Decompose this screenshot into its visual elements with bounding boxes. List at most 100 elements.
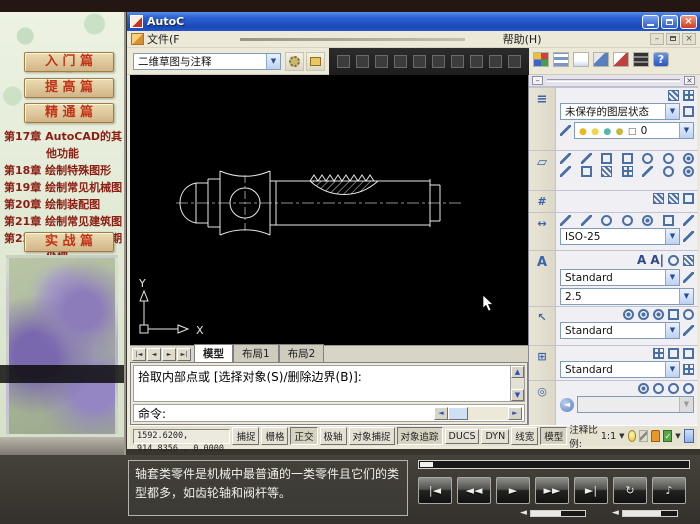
save-icon[interactable] [375,55,388,68]
hatch-section-icon[interactable]: # [529,191,556,212]
chapter-item-20[interactable]: 第20章 绘制装配图 [4,196,124,213]
tab-layout2[interactable]: 布局2 [279,344,325,362]
toggle-ortho[interactable]: 正交 [290,427,317,445]
open-file-icon[interactable] [356,55,369,68]
doc-restore-button[interactable] [666,33,680,45]
annotation-scale-dropdown-icon[interactable]: ▼ [619,432,624,440]
tab-layout1[interactable]: 布局1 [233,344,279,362]
menu-help[interactable]: 帮助(H) [503,31,542,47]
status-menu-dropdown-icon[interactable]: ▼ [675,432,680,440]
pencil-icon[interactable] [451,55,464,68]
toggle-grid[interactable]: 栅格 [261,427,288,445]
pan-tool-icon[interactable] [638,383,649,394]
layer-state-combobox[interactable]: 未保存的图层状态 ▼ [560,103,680,120]
voice-volume[interactable]: ◄ [520,508,586,518]
new-layer-icon[interactable] [683,106,694,117]
view-combobox[interactable]: ▼ [577,396,694,413]
window-titlebar[interactable]: AutoC × [127,12,700,31]
minimize-button[interactable] [642,15,659,29]
layer-freeze-icon[interactable]: ● [591,127,599,137]
rotate-tool-icon[interactable] [663,166,674,177]
scale-tool-icon[interactable] [683,166,694,177]
layer-plot-icon[interactable]: ● [616,127,624,137]
scroll-thumb[interactable] [448,407,468,420]
player-first-button[interactable]: |◄ [418,477,452,504]
text-style-combobox[interactable]: Standard ▼ [560,269,680,286]
chevron-down-icon[interactable]: ▼ [665,229,679,244]
close-button[interactable]: × [680,15,697,29]
mleader-style-combobox[interactable]: Standard ▼ [560,322,680,339]
toggle-otrack[interactable]: 对象追踪 [397,427,443,445]
layer-states-icon[interactable] [668,90,679,101]
text-section-icon[interactable]: A [529,251,556,306]
table-edit-icon[interactable] [683,348,694,359]
zoom-extents-icon[interactable] [683,383,694,394]
radius-dim-icon[interactable] [601,215,612,226]
chevron-down-icon[interactable]: ▼ [266,54,280,69]
scroll-down-icon[interactable]: ▼ [511,389,524,401]
table-export-icon[interactable] [668,348,679,359]
layers-section-icon[interactable]: ≡ [529,88,556,150]
rectangle-tool-icon[interactable] [622,153,633,164]
gradient-tool-icon[interactable] [668,193,679,204]
publish-icon[interactable] [432,55,445,68]
mleader-remove-icon[interactable] [653,309,664,320]
calculator-icon[interactable] [633,52,649,67]
find-text-icon[interactable] [668,255,679,266]
sidebar-section-beginner[interactable]: 入 门 篇 [24,52,114,72]
chevron-down-icon[interactable]: ▼ [665,104,679,119]
plot-icon[interactable] [394,55,407,68]
mirror-tool-icon[interactable] [601,166,612,177]
layer-combobox[interactable]: ● ● ● ● □ 0 ▼ [574,122,694,139]
chevron-down-icon[interactable]: ▼ [679,289,693,304]
polyline-tool-icon[interactable] [581,153,592,164]
autoscale-icon[interactable] [639,430,648,442]
tab-next-icon[interactable]: ► [162,348,176,361]
dim-style-edit-icon[interactable] [683,231,694,242]
redo-icon[interactable] [508,55,521,68]
doc-close-button[interactable]: × [682,33,696,45]
toggle-model[interactable]: 模型 [540,427,567,445]
text-height-combobox[interactable]: 2.5 ▼ [560,288,694,305]
dim-style-combobox[interactable]: ISO-25 ▼ [560,228,680,245]
chapter-item-21[interactable]: 第21章 绘制常见建筑图 [4,213,124,230]
player-rewind-button[interactable]: ◄◄ [457,477,491,504]
annotation-scale-value[interactable]: 1:1 [601,431,616,442]
zoom-realtime-icon[interactable] [653,383,664,394]
scroll-left-icon[interactable]: ◄ [434,407,448,420]
mleader-style-edit-icon[interactable] [683,325,694,336]
chevron-down-icon[interactable]: ▼ [665,362,679,377]
command-history[interactable]: 拾取内部点或 [选择对象(S)/删除边界(B)]: ▲ ▼ [133,365,525,402]
table-style-edit-icon[interactable] [683,364,694,375]
palette-icon[interactable] [533,52,549,67]
etransmit-icon[interactable] [593,52,609,67]
help-icon[interactable]: ? [653,52,669,67]
scroll-right-icon[interactable]: ► [508,407,522,420]
diameter-dim-icon[interactable] [622,215,633,226]
draw-section-icon[interactable]: ▱ [529,151,556,190]
viewports-icon[interactable] [553,52,569,67]
layer-isolate-icon[interactable] [683,90,694,101]
layer-properties-icon[interactable] [560,125,571,136]
mtext-tool-icon[interactable]: A [637,253,646,267]
clean-screen-icon[interactable]: ✓ [663,430,672,442]
fullscreen-icon[interactable] [684,429,694,443]
spellcheck-icon[interactable] [683,255,694,266]
brush-icon[interactable] [470,55,483,68]
restore-button[interactable] [661,15,678,29]
player-forward-button[interactable]: ►► [535,477,569,504]
chapter-item-18[interactable]: 第18章 绘制特殊图形 [4,162,124,179]
mleader-collect-icon[interactable] [683,309,694,320]
panel-collapse-icon[interactable]: – [532,76,543,85]
erase-tool-icon[interactable] [560,166,571,177]
workspace-combobox[interactable]: 二维草图与注释 ▼ [133,53,281,70]
toggle-polar[interactable]: 极轴 [320,427,347,445]
dimension-section-icon[interactable]: ↔ [529,213,556,250]
player-loop-button[interactable]: ↻ [613,477,647,504]
new-file-icon[interactable] [337,55,350,68]
command-horizontal-scrollbar[interactable]: ◄ ► [434,407,522,420]
toggle-lineweight[interactable]: 线宽 [511,427,538,445]
toggle-snap[interactable]: 捕捉 [232,427,259,445]
angular-dim-icon[interactable] [642,215,653,226]
table-section-icon[interactable]: ⊞ [529,346,556,380]
